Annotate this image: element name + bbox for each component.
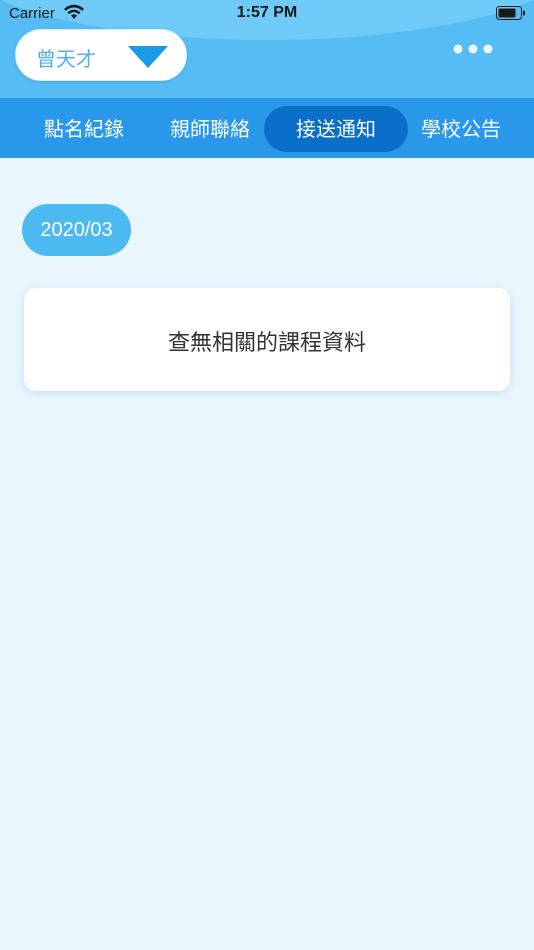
tab-pickup-notice[interactable]: 接送通知 [264,106,408,152]
date-chip[interactable]: 2020/03 [22,204,131,256]
empty-state-card: 查無相關的課程資料 [24,288,510,391]
tab-parent-teacher[interactable]: 親師聯絡 [148,106,272,152]
tab-school-announcement[interactable]: 學校公告 [410,106,512,152]
student-selector[interactable]: 曾天才 [15,29,187,81]
tab-bar: 點名紀錄 親師聯絡 接送通知 學校公告 [0,98,534,158]
header: Carrier 1:57 PM 曾天才 [0,0,534,98]
status-time: 1:57 PM [236,4,298,21]
tab-attendance[interactable]: 點名紀錄 [22,106,146,152]
status-bar: Carrier 1:57 PM [0,0,534,28]
empty-message: 查無相關的課程資料 [167,331,366,356]
chevron-down-icon [128,46,168,68]
ellipsis-icon[interactable] [451,42,495,56]
battery-icon [496,6,525,20]
student-name: 曾天才 [36,47,96,71]
